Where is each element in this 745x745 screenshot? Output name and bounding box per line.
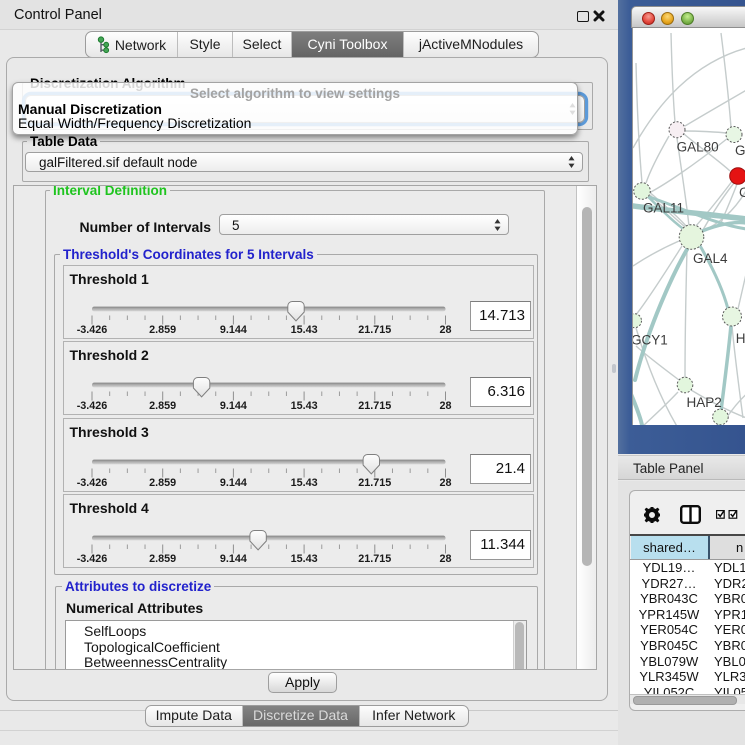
svg-text:21.715: 21.715 [358, 324, 391, 336]
svg-text:C: C [739, 185, 745, 200]
svg-text:-3.426: -3.426 [76, 400, 107, 412]
svg-text:GCY1: GCY1 [632, 333, 668, 348]
svg-text:28: 28 [439, 477, 451, 489]
svg-text:28: 28 [439, 400, 451, 412]
svg-text:2.859: 2.859 [149, 553, 176, 565]
svg-text:HAP2: HAP2 [686, 395, 721, 410]
svg-text:28: 28 [439, 553, 451, 565]
svg-text:-3.426: -3.426 [76, 324, 107, 336]
svg-text:2.859: 2.859 [149, 477, 176, 489]
svg-text:9.144: 9.144 [219, 400, 246, 412]
svg-text:9.144: 9.144 [219, 553, 246, 565]
svg-text:-3.426: -3.426 [76, 553, 107, 565]
svg-text:2.859: 2.859 [149, 400, 176, 412]
svg-text:21.715: 21.715 [358, 477, 391, 489]
svg-text:GAL11: GAL11 [643, 201, 684, 216]
svg-text:9.144: 9.144 [219, 477, 246, 489]
svg-text:GAL4: GAL4 [693, 251, 728, 266]
svg-text:15.43: 15.43 [290, 324, 317, 336]
svg-text:21.715: 21.715 [358, 553, 391, 565]
svg-text:28: 28 [439, 324, 451, 336]
svg-text:15.43: 15.43 [290, 477, 317, 489]
svg-text:21.715: 21.715 [358, 400, 391, 412]
svg-text:2.859: 2.859 [149, 324, 176, 336]
svg-text:15.43: 15.43 [290, 553, 317, 565]
svg-text:-3.426: -3.426 [76, 477, 107, 489]
svg-text:H: H [735, 331, 745, 346]
svg-text:GAL80: GAL80 [676, 140, 718, 155]
svg-text:GA: GA [735, 143, 745, 158]
svg-text:15.43: 15.43 [290, 400, 317, 412]
svg-text:9.144: 9.144 [219, 324, 246, 336]
